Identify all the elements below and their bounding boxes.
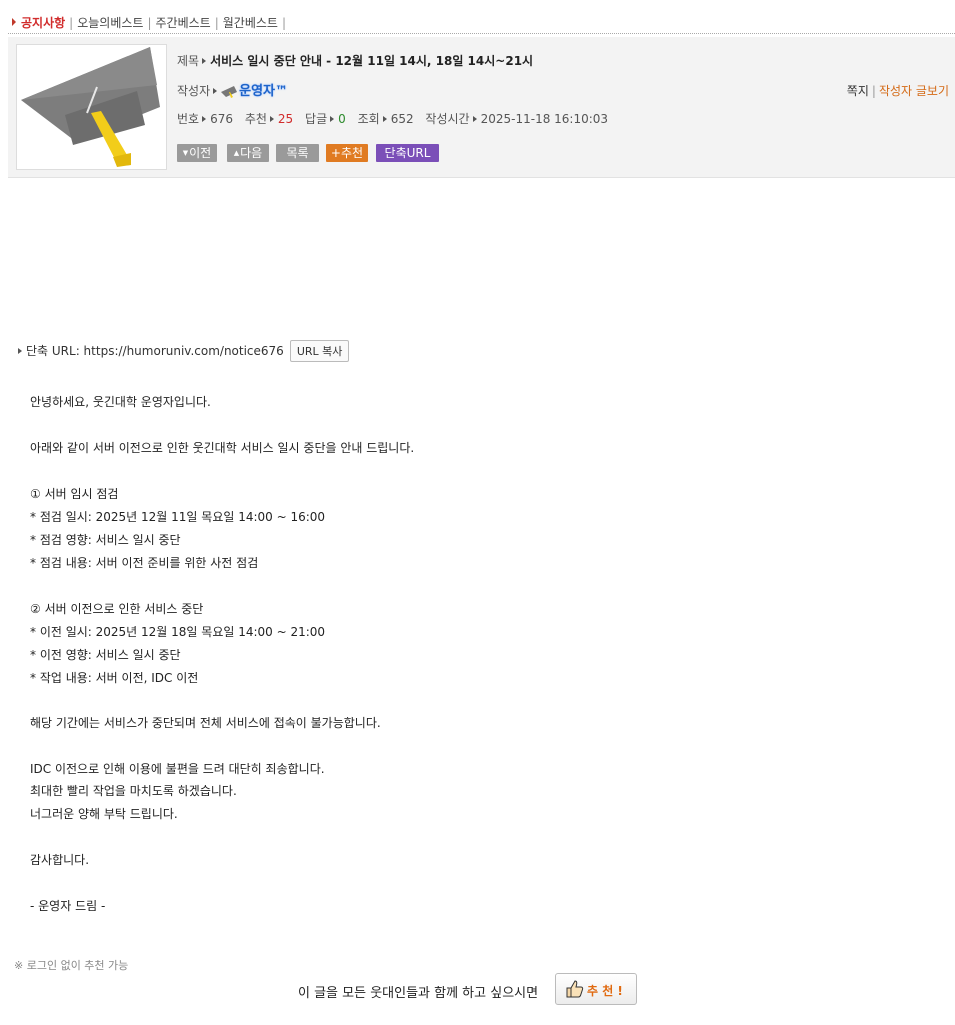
author-nickname[interactable]: 운영자™ — [239, 84, 288, 99]
reply-count: 0 — [338, 112, 346, 126]
list-button[interactable]: 목록 — [276, 144, 319, 162]
date-label: 작성시간 — [425, 112, 470, 126]
message-link[interactable]: 쪽지 — [847, 84, 869, 98]
next-button[interactable]: ▲다음 — [227, 144, 269, 162]
post-header: 제목 서비스 일시 중단 안내 - 12월 11일 14시, 18일 14시~21… — [8, 37, 955, 178]
content-line: * 이전 영향: 서비스 일시 중단 — [30, 648, 181, 662]
content-line: * 점검 영향: 서비스 일시 중단 — [30, 533, 181, 547]
bottom-recommend-button[interactable]: 추 천 ! — [555, 973, 637, 1005]
tab-notice[interactable]: 공지사항 — [21, 16, 65, 30]
content-line: * 작업 내용: 서버 이전, IDC 이전 — [30, 671, 199, 685]
divider — [8, 33, 955, 34]
title-label: 제목 — [177, 54, 200, 68]
author-posts-link[interactable]: 작성자 글보기 — [879, 84, 949, 98]
view-count: 652 — [390, 112, 414, 126]
content-line: 너그러운 양해 부탁 드립니다. — [30, 807, 178, 821]
views-label: 조회 — [357, 112, 380, 126]
number-label: 번호 — [177, 112, 200, 126]
login-note: ※ 로그인 없이 추천 가능 — [14, 959, 129, 972]
post-meta: 번호 676 추천 25 답글 0 조회 652 작성시간 2025-11-18 16:1… — [177, 110, 608, 127]
copy-url-button[interactable]: URL 복사 — [289, 340, 350, 362]
short-url-text: 단축 URL: https://humoruniv.com/notice676 — [26, 344, 284, 358]
content-line: - 운영자 드림 - — [30, 899, 106, 913]
recommend-label: 추천 — [244, 112, 267, 126]
caret-up-icon: ▲ — [233, 149, 240, 157]
content-line: * 점검 내용: 서버 이전 준비를 위한 사전 점검 — [30, 556, 259, 570]
prev-button[interactable]: ▼이전 — [177, 144, 217, 162]
short-url-button[interactable]: 단축URL — [376, 144, 439, 162]
graduation-cap-icon — [21, 47, 160, 167]
triangle-arrow-icon — [18, 348, 22, 354]
content-line: 아래와 같이 서버 이전으로 인한 웃긴대학 서비스 일시 중단을 안내 드립니… — [30, 441, 415, 455]
caret-down-icon: ▼ — [182, 149, 189, 157]
triangle-arrow-icon — [382, 116, 387, 122]
content-line: ② 서버 이전으로 인한 서비스 중단 — [30, 602, 204, 616]
recommend-count: 25 — [277, 112, 294, 126]
graduation-cap-icon — [221, 86, 238, 98]
author-row: 작성자 운영자™ — [177, 80, 288, 99]
author-links: 쪽지 | 작성자 글보기 — [846, 84, 949, 98]
post-title: 서비스 일시 중단 안내 - 12월 11일 14시, 18일 14시~21시 — [210, 54, 534, 68]
post-date: 2025-11-18 16:10:03 — [480, 112, 609, 126]
author-avatar[interactable] — [16, 44, 167, 170]
title-row: 제목 서비스 일시 중단 안내 - 12월 11일 14시, 18일 14시~21… — [177, 52, 533, 69]
triangle-arrow-icon — [472, 116, 477, 122]
triangle-arrow-icon — [269, 116, 274, 122]
tab-today-best[interactable]: 오늘의베스트 — [77, 16, 143, 30]
content-line: IDC 이전으로 인해 이용에 불편을 드려 대단히 죄송합니다. — [30, 762, 325, 776]
triangle-arrow-icon — [213, 88, 218, 94]
recommend-button[interactable]: +추천 — [326, 144, 368, 162]
content-line: * 이전 일시: 2025년 12월 18일 목요일 14:00 ~ 21:00 — [30, 625, 326, 639]
content-line: 감사합니다. — [30, 853, 90, 867]
content-line: 해당 기간에는 서비스가 중단되며 전체 서비스에 접속이 불가능합니다. — [30, 716, 381, 730]
content-line: 안녕하세요, 웃긴대학 운영자입니다. — [30, 395, 211, 409]
content-line: ① 서버 임시 점검 — [30, 487, 119, 501]
content-line: * 점검 일시: 2025년 12월 11일 목요일 14:00 ~ 16:00 — [30, 510, 326, 524]
triangle-arrow-icon — [12, 18, 16, 26]
thumbs-up-icon — [566, 980, 584, 998]
board-tabs: 공지사항 | 오늘의베스트 | 주간베스트 | 월간베스트 | — [12, 14, 290, 31]
share-prompt: 이 글을 모든 웃대인들과 함께 하고 싶으시면 — [298, 986, 539, 1001]
triangle-arrow-icon — [330, 116, 335, 122]
content-line: 최대한 빨리 작업을 마치도록 하겠습니다. — [30, 784, 237, 798]
tab-monthly-best[interactable]: 월간베스트 — [223, 16, 278, 30]
triangle-arrow-icon — [202, 58, 207, 64]
triangle-arrow-icon — [202, 116, 207, 122]
recommend-label: 추 천 ! — [587, 984, 623, 998]
tab-weekly-best[interactable]: 주간베스트 — [156, 16, 211, 30]
author-label: 작성자 — [177, 84, 211, 98]
short-url-row: 단축 URL: https://humoruniv.com/notice676 U… — [18, 340, 350, 362]
post-number: 676 — [210, 112, 233, 126]
replies-label: 답글 — [305, 112, 328, 126]
